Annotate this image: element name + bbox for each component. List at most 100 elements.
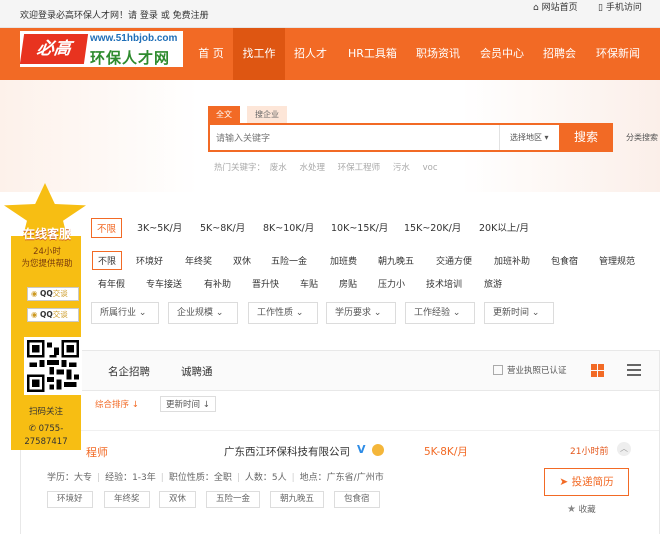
nav-home[interactable]: 首 页: [193, 28, 229, 80]
benefit-filter-option[interactable]: 车贴: [300, 277, 318, 290]
site-home-link[interactable]: ⌂ 网站首页: [533, 0, 578, 13]
company-size-dropdown[interactable]: 企业规模 ⌄: [168, 302, 238, 324]
hot-keyword[interactable]: 废水: [270, 163, 287, 173]
qr-code-icon: [27, 340, 79, 392]
chevron-down-icon: ⌄: [215, 308, 224, 318]
salary-filter-option[interactable]: 20K以上/月: [479, 220, 529, 234]
salary-filter-any[interactable]: 不限: [91, 218, 123, 238]
education-dropdown[interactable]: 学历要求 ⌄: [326, 302, 396, 324]
favorite-button[interactable]: ★ 收藏: [567, 503, 596, 515]
arrow-down-icon: ↓: [202, 400, 210, 410]
search-tab-company[interactable]: 搜企业: [247, 106, 287, 123]
sort-update-time[interactable]: 更新时间 ↓: [160, 396, 216, 412]
job-tag: 包食宿: [334, 491, 380, 508]
collapse-icon[interactable]: ︿: [617, 442, 631, 456]
job-tag: 双休: [159, 491, 197, 508]
job-headcount: 人数：5人: [244, 473, 287, 483]
benefit-filter-option[interactable]: 技术培训: [426, 277, 462, 290]
list-view-icon[interactable]: [627, 364, 641, 377]
verified-icon: V: [357, 443, 366, 456]
benefit-filter-option[interactable]: 房贴: [339, 277, 357, 290]
benefit-filter-option[interactable]: 加班补助: [494, 254, 530, 267]
benefit-filter-option[interactable]: 环境好: [136, 254, 163, 267]
hot-keyword[interactable]: 污水: [393, 163, 410, 173]
login-link[interactable]: 登录: [140, 11, 158, 21]
benefit-filter-option[interactable]: 专车接送: [146, 277, 182, 290]
logo-url: www.51hbjob.com: [90, 33, 178, 44]
nav-find-talent[interactable]: 招人才: [294, 28, 327, 80]
salary-filter-option[interactable]: 3K~5K/月: [137, 220, 182, 234]
region-select[interactable]: 选择地区 ▾: [499, 125, 559, 150]
search-input[interactable]: [210, 125, 498, 150]
benefit-filter-option[interactable]: 朝九晚五: [378, 254, 414, 267]
chevron-down-icon: ⌄: [373, 308, 382, 318]
home-icon: ⌂: [533, 3, 539, 13]
search-button[interactable]: 搜索: [559, 123, 613, 152]
salary-filter-option[interactable]: 5K~8K/月: [200, 220, 245, 234]
nav-member-center[interactable]: 会员中心: [480, 28, 524, 80]
benefit-filter-option[interactable]: 包食宿: [551, 254, 578, 267]
tab-chengpintong[interactable]: 诚聘通: [181, 364, 213, 379]
logo-badge: 必高: [19, 34, 89, 64]
salary-filter-option[interactable]: 15K~20K/月: [404, 220, 461, 234]
hot-keyword[interactable]: 水处理: [299, 163, 325, 173]
benefit-filter-option[interactable]: 有年假: [98, 277, 125, 290]
company-name-link[interactable]: 广东西江环保科技有限公司: [224, 444, 350, 459]
service-phone: ✆ 0755-: [28, 424, 64, 434]
nav-env-news[interactable]: 环保新闻: [596, 28, 640, 80]
job-nature-dropdown[interactable]: 工作性质 ⌄: [248, 302, 318, 324]
mobile-link[interactable]: ▯ 手机访问: [598, 0, 642, 13]
update-time-dropdown[interactable]: 更新时间 ⌄: [484, 302, 554, 324]
nav-hr-tools[interactable]: HR工具箱: [348, 28, 397, 80]
benefit-filter-option[interactable]: 双休: [233, 254, 251, 267]
job-salary: 5K-8K/月: [424, 446, 468, 458]
hot-keyword[interactable]: voc: [423, 163, 438, 173]
register-link[interactable]: 免费注册: [173, 11, 209, 21]
job-tag: 环境好: [47, 491, 93, 508]
benefit-filter-any[interactable]: 不限: [92, 251, 123, 270]
nav-career-news[interactable]: 职场资讯: [416, 28, 460, 80]
search-tab-fulltext[interactable]: 全文: [208, 106, 240, 123]
industry-dropdown[interactable]: 所属行业 ⌄: [91, 302, 159, 324]
welcome-prefix: 欢迎登录必高环保人才网！请: [20, 11, 138, 21]
nav-find-job[interactable]: 找工作: [233, 28, 285, 80]
nav-job-fair[interactable]: 招聘会: [543, 28, 576, 80]
job-tag: 年终奖: [104, 491, 150, 508]
grid-view-icon[interactable]: [591, 364, 604, 377]
qq-chat-button[interactable]: ◉ QQ交谈: [27, 308, 79, 322]
salary-filter-option[interactable]: 8K~10K/月: [263, 220, 314, 234]
benefit-filter-option[interactable]: 年终奖: [185, 254, 212, 267]
qq-chat-button[interactable]: ◉ QQ交谈: [27, 287, 79, 301]
benefit-filter-option[interactable]: 管理规范: [599, 254, 635, 267]
site-logo[interactable]: 必高 www.51hbjob.com 环保人才网: [19, 31, 183, 67]
mobile-icon: ▯: [598, 3, 603, 13]
job-experience: 经验：1-3年: [105, 473, 156, 483]
job-title-link[interactable]: 程师: [86, 444, 108, 460]
arrow-down-icon: ↓: [131, 400, 139, 410]
benefit-filter-option[interactable]: 有补助: [204, 277, 231, 290]
apply-resume-button[interactable]: ➤ 投递简历: [544, 468, 629, 496]
salary-filter-option[interactable]: 10K~15K/月: [331, 220, 388, 234]
wechat-qr-code: [24, 337, 82, 395]
benefit-filter-option[interactable]: 晋升快: [252, 277, 279, 290]
sort-composite[interactable]: 综合排序 ↓: [95, 398, 139, 410]
benefit-filter-option[interactable]: 旅游: [484, 277, 502, 290]
job-tag: 朝九晚五: [270, 491, 325, 508]
chevron-down-icon: ⌄: [452, 308, 461, 318]
license-verified-checkbox[interactable]: 营业执照已认证: [493, 364, 567, 376]
benefit-filter-option[interactable]: 加班费: [330, 254, 357, 267]
chevron-down-icon: ⌄: [295, 308, 304, 318]
qq-icon: ◉: [31, 289, 38, 298]
job-nature: 职位性质：全职: [168, 473, 232, 483]
classify-search-link[interactable]: 分类搜索: [626, 132, 658, 143]
benefit-filter-option[interactable]: 交通方便: [436, 254, 472, 267]
benefit-filter-option[interactable]: 压力小: [378, 277, 405, 290]
experience-dropdown[interactable]: 工作经验 ⌄: [405, 302, 475, 324]
job-tag: 五险一金: [206, 491, 261, 508]
service-phone-number: 27587417: [24, 437, 68, 447]
hot-keywords: 热门关键字： 废水 水处理 环保工程师 污水 voc: [214, 161, 448, 173]
hot-keyword[interactable]: 环保工程师: [338, 163, 381, 173]
benefit-filter-option[interactable]: 五险一金: [271, 254, 307, 267]
hot-label: 热门关键字：: [214, 163, 266, 173]
tab-famous-companies[interactable]: 名企招聘: [108, 364, 150, 379]
